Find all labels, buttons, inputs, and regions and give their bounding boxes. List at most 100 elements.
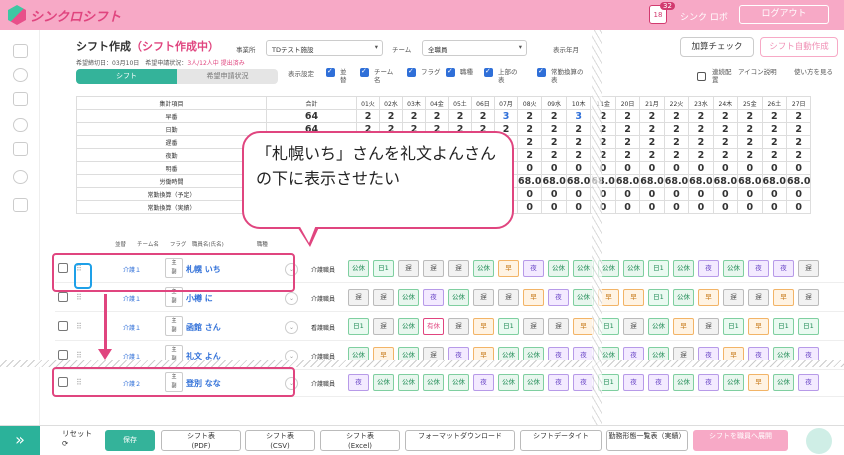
job-checkbox[interactable] bbox=[446, 67, 455, 77]
shift-cell[interactable]: 公休 bbox=[473, 260, 494, 277]
shift-cell[interactable]: 公休 bbox=[673, 289, 694, 306]
shift-cell[interactable]: 公休 bbox=[398, 289, 419, 306]
shift-cell[interactable]: 日1 bbox=[648, 289, 669, 306]
shift-cell[interactable]: 夜 bbox=[523, 260, 544, 277]
shift-cell[interactable]: 早 bbox=[773, 289, 794, 306]
shift-cell[interactable]: 遅 bbox=[498, 289, 519, 306]
auto-create-button[interactable]: シフト自動作成 bbox=[760, 37, 838, 57]
shift-cell[interactable]: 夜 bbox=[748, 260, 769, 277]
shift-cell[interactable]: 遅 bbox=[798, 260, 819, 277]
team-checkbox[interactable] bbox=[360, 67, 369, 77]
distribute-button[interactable]: シフトを職員へ展開 bbox=[693, 430, 788, 451]
help-icon[interactable] bbox=[13, 170, 28, 184]
shift-cell[interactable]: 遅 bbox=[623, 318, 644, 335]
shift-cell[interactable]: 夜 bbox=[773, 260, 794, 277]
shift-cell[interactable]: 日1 bbox=[498, 318, 519, 335]
shift-cell[interactable]: 公休 bbox=[548, 260, 569, 277]
team-select[interactable]: 全職員 bbox=[422, 40, 527, 56]
shift-cell[interactable]: 公休 bbox=[648, 318, 669, 335]
edit-icon[interactable] bbox=[13, 198, 28, 212]
work-list-button[interactable]: 勤務形態一覧表（実績） bbox=[606, 430, 688, 451]
tab-shift[interactable]: シフト bbox=[76, 69, 177, 84]
shift-cell[interactable]: 夜 bbox=[698, 260, 719, 277]
shift-cell[interactable]: 公休 bbox=[398, 318, 419, 335]
shift-cell[interactable]: 遅 bbox=[798, 289, 819, 306]
shift-cell[interactable]: 早 bbox=[523, 289, 544, 306]
format-download-button[interactable]: フォーマットダウンロード bbox=[405, 430, 515, 451]
shift-cell[interactable]: 夜 bbox=[348, 374, 369, 391]
shift-cell[interactable]: 夜 bbox=[548, 289, 569, 306]
shift-cell[interactable]: 日1 bbox=[373, 260, 394, 277]
chevron-down-icon[interactable]: ⌄ bbox=[285, 292, 298, 305]
shift-cell[interactable]: 早 bbox=[673, 318, 694, 335]
shift-cell[interactable]: 日1 bbox=[773, 318, 794, 335]
shift-cell[interactable]: 日1 bbox=[348, 318, 369, 335]
shift-cell[interactable]: 遅 bbox=[373, 318, 394, 335]
shift-cell[interactable]: 夜 bbox=[473, 374, 494, 391]
drag-handle-icon[interactable]: ⠿ bbox=[76, 293, 82, 302]
shift-cell[interactable]: 公休 bbox=[348, 260, 369, 277]
shift-cell[interactable]: 遅 bbox=[748, 289, 769, 306]
office-select[interactable]: TDテスト施設 bbox=[266, 40, 383, 56]
tab-request-status[interactable]: 希望申請状況 bbox=[177, 69, 278, 84]
shift-cell[interactable]: 公休 bbox=[623, 260, 644, 277]
row-checkbox[interactable] bbox=[58, 350, 68, 360]
shift-cell[interactable]: 遅 bbox=[473, 289, 494, 306]
shift-cell[interactable]: 早 bbox=[748, 374, 769, 391]
save-button[interactable]: 保存 bbox=[105, 430, 155, 451]
cloud-upload-icon[interactable] bbox=[13, 118, 28, 132]
shift-cell[interactable]: 早 bbox=[698, 289, 719, 306]
shift-cell[interactable]: 夜 bbox=[423, 289, 444, 306]
shift-cell[interactable]: 公休 bbox=[523, 374, 544, 391]
howto-link[interactable]: 使い方を見る bbox=[794, 68, 838, 76]
logout-button[interactable]: ログアウト bbox=[739, 5, 829, 24]
shift-cell[interactable]: 夜 bbox=[573, 374, 594, 391]
gear-icon[interactable] bbox=[13, 68, 28, 82]
shift-cell[interactable]: 遅 bbox=[448, 318, 469, 335]
shift-cell[interactable]: 公休 bbox=[373, 374, 394, 391]
shift-cell[interactable]: 日1 bbox=[723, 318, 744, 335]
drag-handle-icon[interactable]: ⠿ bbox=[76, 322, 82, 331]
shift-cell[interactable]: 遅 bbox=[723, 289, 744, 306]
sync-robot-link[interactable]: シンク ロボ bbox=[680, 10, 728, 23]
drag-handle-icon[interactable]: ⠿ bbox=[76, 351, 82, 360]
shift-cell[interactable]: 遅 bbox=[423, 260, 444, 277]
shift-cell[interactable]: 夜 bbox=[548, 374, 569, 391]
shift-cell[interactable]: 早 bbox=[473, 318, 494, 335]
shift-cell[interactable]: 遅 bbox=[348, 289, 369, 306]
database2-icon[interactable] bbox=[13, 142, 28, 156]
shift-cell[interactable]: 早 bbox=[498, 260, 519, 277]
shift-cell[interactable]: 遅 bbox=[523, 318, 544, 335]
shift-cell[interactable]: 公休 bbox=[448, 374, 469, 391]
shift-cell[interactable]: 日1 bbox=[798, 318, 819, 335]
shift-cell[interactable]: 遅 bbox=[373, 289, 394, 306]
shift-cell[interactable]: 公休 bbox=[573, 260, 594, 277]
staff-row[interactable]: ⠿ 介護１ 主副函館 さん ⌄ 看護職員 日1 遅公休 有休遅早日1 遅遅早日1 遅公休早遅日1 早… bbox=[55, 313, 844, 341]
shift-cell[interactable]: 遅 bbox=[698, 318, 719, 335]
reset-button[interactable]: リセット ⟳ bbox=[62, 428, 92, 448]
staff-name[interactable]: 小樽 に bbox=[186, 293, 213, 304]
shift-cell[interactable]: 公休 bbox=[673, 260, 694, 277]
pdf-button[interactable]: シフト表 (PDF) bbox=[161, 430, 241, 451]
excel-button[interactable]: シフト表 (Excel) bbox=[320, 430, 400, 451]
database-icon[interactable] bbox=[13, 92, 28, 106]
shift-cell[interactable]: 公休 bbox=[423, 374, 444, 391]
chevron-down-icon[interactable]: ⌄ bbox=[285, 321, 298, 334]
expand-icon[interactable]: » bbox=[0, 426, 40, 455]
row-checkbox[interactable] bbox=[58, 321, 68, 331]
shift-cell[interactable]: 公休 bbox=[498, 374, 519, 391]
shift-cell[interactable]: 公休 bbox=[773, 374, 794, 391]
shift-cell[interactable]: 公休 bbox=[673, 374, 694, 391]
drag-handle-highlight[interactable] bbox=[74, 263, 92, 289]
shift-cell[interactable]: 公休 bbox=[723, 260, 744, 277]
row-checkbox[interactable] bbox=[58, 292, 68, 302]
shift-cell[interactable]: 公休 bbox=[723, 374, 744, 391]
shift-cell[interactable]: 夜 bbox=[798, 374, 819, 391]
staff-name[interactable]: 函館 さん bbox=[186, 322, 221, 333]
shift-cell[interactable]: 遅 bbox=[398, 260, 419, 277]
consecutive-checkbox[interactable] bbox=[697, 72, 706, 81]
flag-checkbox[interactable] bbox=[407, 67, 416, 77]
shift-cell[interactable]: 遅 bbox=[448, 260, 469, 277]
upper-table-checkbox[interactable] bbox=[484, 67, 493, 77]
shift-cell[interactable]: 夜 bbox=[698, 374, 719, 391]
